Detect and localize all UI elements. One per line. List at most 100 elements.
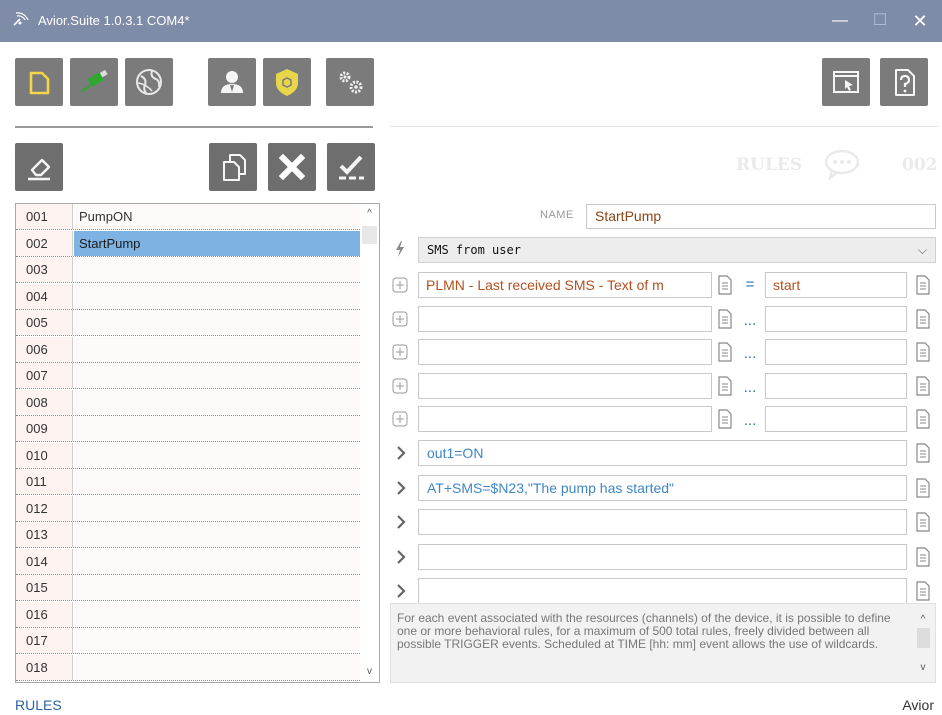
condition-operator[interactable]: ...: [738, 312, 762, 329]
rule-row[interactable]: 005: [16, 310, 360, 336]
rule-row[interactable]: 011: [16, 469, 360, 495]
rule-name[interactable]: [74, 601, 360, 627]
condition-right-field[interactable]: [765, 339, 907, 366]
action-field[interactable]: [418, 543, 907, 570]
rule-name[interactable]: [74, 575, 360, 600]
rule-name[interactable]: [74, 469, 360, 494]
rule-name[interactable]: [74, 548, 360, 574]
help-button[interactable]: [880, 58, 928, 106]
rules-list[interactable]: 001 PumpON 002 StartPump 003 004 005 006 007 008 0…: [15, 203, 380, 683]
condition-right-field[interactable]: [765, 305, 907, 332]
scroll-down-arrow-icon[interactable]: v: [362, 664, 377, 680]
condition-operator[interactable]: ...: [738, 379, 762, 396]
rule-row[interactable]: 008: [16, 389, 360, 416]
rule-row[interactable]: 006: [16, 336, 360, 363]
settings-button[interactable]: [326, 58, 374, 106]
action-field[interactable]: [418, 578, 907, 604]
rule-name[interactable]: StartPump: [74, 230, 360, 256]
action-field[interactable]: out1=ON: [418, 440, 907, 466]
document-icon[interactable]: [915, 581, 931, 601]
delete-button[interactable]: [268, 143, 316, 191]
document-icon[interactable]: [915, 546, 931, 567]
document-icon[interactable]: [717, 275, 733, 295]
rule-name[interactable]: PumpON: [74, 204, 360, 229]
rule-name[interactable]: [74, 389, 360, 415]
confirm-button[interactable]: [327, 143, 375, 191]
action-field[interactable]: AT+SMS=$N23,"The pump has started": [418, 474, 907, 501]
condition-left-field[interactable]: PLMN - Last received SMS - Text of m: [418, 272, 712, 298]
rule-name[interactable]: [74, 442, 360, 468]
rule-row[interactable]: 018: [16, 654, 360, 681]
copy-button[interactable]: [209, 143, 257, 191]
expand-plus-icon[interactable]: [392, 378, 408, 394]
condition-operator[interactable]: =: [738, 276, 762, 293]
rules-list-scrollbar[interactable]: ^ v: [360, 204, 379, 682]
security-button[interactable]: [263, 58, 311, 106]
scroll-up-arrow-icon[interactable]: ^: [915, 614, 931, 625]
rule-row[interactable]: 012: [16, 495, 360, 522]
document-icon[interactable]: [915, 376, 931, 396]
close-window-button[interactable]: ✕: [900, 6, 940, 36]
scroll-down-arrow-icon[interactable]: v: [915, 662, 931, 673]
expand-plus-icon[interactable]: [392, 311, 408, 327]
document-icon[interactable]: [915, 308, 931, 329]
new-file-button[interactable]: [15, 58, 63, 106]
network-globe-button[interactable]: [125, 58, 173, 106]
condition-left-field[interactable]: [418, 339, 712, 366]
rule-row[interactable]: 009: [16, 416, 360, 442]
user-button[interactable]: [208, 58, 256, 106]
rule-row[interactable]: 002 StartPump: [16, 230, 360, 257]
rule-name[interactable]: [74, 257, 360, 282]
info-scroll-thumb[interactable]: [917, 628, 930, 648]
clear-button[interactable]: [15, 143, 63, 191]
document-icon[interactable]: [717, 342, 733, 362]
document-icon[interactable]: [717, 308, 733, 329]
condition-operator[interactable]: ...: [738, 345, 762, 362]
document-icon[interactable]: [717, 376, 733, 396]
rule-row[interactable]: 016: [16, 601, 360, 628]
rule-row[interactable]: 004: [16, 283, 360, 310]
rule-name[interactable]: [74, 363, 360, 388]
minimize-button[interactable]: —: [820, 6, 860, 36]
scroll-thumb[interactable]: [362, 226, 377, 244]
document-icon[interactable]: [915, 275, 931, 295]
rule-row[interactable]: 003: [16, 257, 360, 283]
rule-name-field[interactable]: StartPump: [586, 204, 936, 229]
condition-right-field[interactable]: [765, 406, 907, 433]
rule-name[interactable]: [74, 283, 360, 309]
condition-left-field[interactable]: [418, 305, 712, 332]
rule-row[interactable]: 014: [16, 548, 360, 575]
usb-connect-button[interactable]: [70, 58, 118, 106]
chevron-right-icon[interactable]: [396, 446, 406, 460]
document-icon[interactable]: [915, 443, 931, 463]
rule-row[interactable]: 015: [16, 575, 360, 601]
rule-name[interactable]: [74, 336, 360, 362]
document-icon[interactable]: [915, 342, 931, 362]
condition-left-field[interactable]: [418, 406, 712, 433]
rule-row[interactable]: 001 PumpON: [16, 204, 360, 230]
maximize-button[interactable]: ☐: [860, 6, 900, 36]
expand-plus-icon[interactable]: [392, 411, 408, 427]
condition-right-field[interactable]: start: [765, 272, 907, 298]
condition-right-field[interactable]: [765, 372, 907, 399]
chevron-right-icon[interactable]: [396, 515, 406, 529]
rule-name[interactable]: [74, 628, 360, 653]
document-icon[interactable]: [915, 512, 931, 532]
expand-plus-icon[interactable]: [392, 344, 408, 360]
rule-name[interactable]: [74, 654, 360, 680]
condition-operator[interactable]: ...: [738, 412, 762, 429]
rule-row[interactable]: 007: [16, 363, 360, 389]
chevron-right-icon[interactable]: [396, 584, 406, 598]
rule-name[interactable]: [74, 416, 360, 441]
trigger-select[interactable]: SMS from user ⌵: [418, 237, 936, 263]
rule-row[interactable]: 017: [16, 628, 360, 654]
rule-name[interactable]: [74, 522, 360, 547]
rule-name[interactable]: [74, 310, 360, 335]
scroll-up-arrow-icon[interactable]: ^: [362, 206, 377, 222]
document-icon[interactable]: [915, 477, 931, 498]
document-icon[interactable]: [915, 409, 931, 429]
rule-name[interactable]: [74, 495, 360, 521]
rule-row[interactable]: 010: [16, 442, 360, 469]
chevron-right-icon[interactable]: [396, 480, 406, 495]
chevron-right-icon[interactable]: [396, 549, 406, 564]
